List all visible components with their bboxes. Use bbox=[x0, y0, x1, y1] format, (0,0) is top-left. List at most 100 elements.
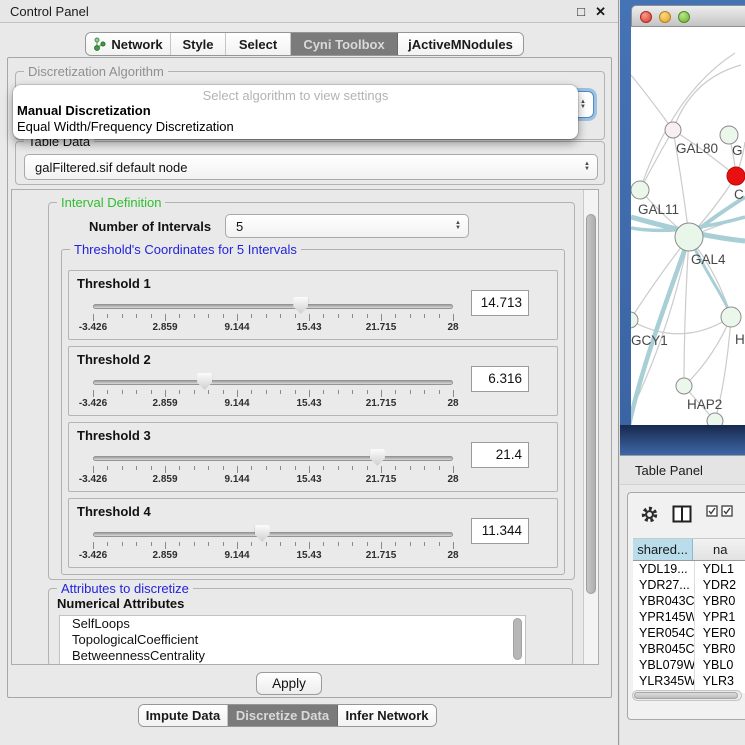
close-traffic-light-icon[interactable] bbox=[640, 11, 652, 23]
slider-tick bbox=[439, 390, 440, 394]
network-edge bbox=[640, 53, 735, 190]
slider-tick bbox=[352, 542, 353, 546]
vertical-scrollbar-thumb[interactable] bbox=[586, 214, 596, 594]
threshold-value-field[interactable]: 21.4 bbox=[471, 442, 529, 468]
network-node-gal4[interactable] bbox=[675, 223, 703, 251]
node-attribute-table[interactable]: shared...naYDL19...YDL1YDR27...YDR2YBR04… bbox=[633, 538, 745, 693]
table-cell: YER0 bbox=[695, 625, 745, 641]
tab-impute-data[interactable]: Impute Data bbox=[139, 705, 228, 726]
slider-tick-label: 15.43 bbox=[296, 322, 321, 333]
close-window-icon[interactable]: ✕ bbox=[595, 2, 606, 21]
table-row[interactable]: YDL19...YDL1 bbox=[633, 561, 745, 577]
tab-cyni-toolbox[interactable]: Cyni Toolbox bbox=[291, 33, 398, 55]
threshold-value-field[interactable]: 14.713 bbox=[471, 290, 529, 316]
network-node-label: GAL4 bbox=[691, 252, 726, 267]
network-node-h[interactable] bbox=[721, 307, 741, 327]
table-row[interactable]: YBL079WYBL0 bbox=[633, 657, 745, 673]
table-row[interactable]: YPR145WYPR1 bbox=[633, 609, 745, 625]
table-header-row: shared...na bbox=[633, 539, 745, 561]
table-data-combobox[interactable]: galFiltered.sif default node ▲▼ bbox=[24, 154, 598, 180]
slider-tick bbox=[352, 466, 353, 470]
settings-icon[interactable] bbox=[640, 505, 659, 527]
slider-tick bbox=[453, 466, 454, 473]
algorithm-option[interactable]: Equal Width/Frequency Discretization bbox=[13, 119, 578, 135]
tab-label: Select bbox=[239, 37, 277, 52]
slider-tick bbox=[251, 542, 252, 546]
apply-button[interactable]: Apply bbox=[256, 672, 322, 695]
checkbox-checked-icon[interactable] bbox=[706, 505, 718, 520]
network-node-gcy1[interactable] bbox=[631, 312, 638, 328]
column-header[interactable]: na bbox=[693, 539, 745, 560]
network-node-gal11[interactable] bbox=[631, 181, 649, 199]
list-scrollbar[interactable] bbox=[513, 618, 523, 663]
network-canvas[interactable]: GAL80GCGAL11GAL4GCY1HHAP2 bbox=[631, 27, 745, 425]
control-panel-tabbar: NetworkStyle Select Cyni ToolboxjActiveMNo… bbox=[85, 32, 524, 56]
slider-tick-label: 15.43 bbox=[296, 550, 321, 561]
threshold-slider-thumb[interactable] bbox=[197, 373, 212, 390]
zoom-traffic-light-icon[interactable] bbox=[678, 11, 690, 23]
slider-tick bbox=[122, 390, 123, 394]
vertical-scrollbar[interactable] bbox=[583, 190, 598, 664]
slider-tick bbox=[194, 314, 195, 318]
slider-tick bbox=[251, 314, 252, 318]
thresholds-group: Threshold's Coordinates for 5 Intervals … bbox=[61, 249, 565, 575]
slider-tick-label: 9.144 bbox=[224, 322, 249, 333]
horizontal-scrollbar[interactable] bbox=[632, 690, 742, 701]
algorithm-option[interactable]: Manual Discretization bbox=[13, 103, 578, 119]
attribute-list-item[interactable]: SelfLoops bbox=[60, 616, 525, 632]
checkbox-checked-icon[interactable] bbox=[721, 505, 733, 517]
split-view-icon[interactable] bbox=[672, 505, 692, 523]
tab-infer-network[interactable]: Infer Network bbox=[338, 705, 436, 726]
network-node[interactable] bbox=[707, 413, 723, 425]
network-node-hap2[interactable] bbox=[676, 378, 692, 394]
threshold-value-field[interactable]: 6.316 bbox=[471, 366, 529, 392]
table-cell: YDR2 bbox=[695, 577, 745, 593]
slider-tick bbox=[424, 314, 425, 318]
network-node-label: HAP2 bbox=[687, 397, 722, 412]
threshold-slider-thumb[interactable] bbox=[293, 297, 308, 314]
table-row[interactable]: YER054CYER0 bbox=[633, 625, 745, 641]
slider-tick bbox=[410, 390, 411, 394]
table-row[interactable]: YLR345WYLR3 bbox=[633, 673, 745, 689]
slider-tick-label: 21.715 bbox=[366, 322, 397, 333]
checkbox-checked-icon[interactable] bbox=[721, 505, 733, 520]
table-row[interactable]: YDR27...YDR2 bbox=[633, 577, 745, 593]
tab-discretize-data[interactable]: Discretize Data bbox=[228, 705, 338, 726]
slider-tick-label: 9.144 bbox=[224, 550, 249, 561]
threshold-slider-thumb[interactable] bbox=[255, 525, 270, 542]
slider-tick bbox=[367, 542, 368, 546]
attribute-list-item[interactable]: TopologicalCoefficient bbox=[60, 632, 525, 648]
slider-tick-label: -3.426 bbox=[79, 474, 107, 485]
tab-select[interactable]: Select bbox=[226, 33, 291, 55]
column-header[interactable]: shared... bbox=[633, 539, 693, 560]
threshold-slider-thumb[interactable] bbox=[370, 449, 385, 466]
threshold-slider-track[interactable] bbox=[93, 532, 453, 537]
tab-jactivemnodules[interactable]: jActiveMNodules bbox=[398, 33, 523, 55]
threshold-value-field[interactable]: 11.344 bbox=[471, 518, 529, 544]
threshold-slider-track[interactable] bbox=[93, 380, 453, 385]
threshold-slider-track[interactable] bbox=[93, 456, 453, 461]
split-view-icon[interactable] bbox=[672, 505, 692, 526]
slider-tick bbox=[309, 542, 310, 549]
number-of-intervals-combobox[interactable]: 5 ▲▼ bbox=[225, 214, 469, 238]
tab-network[interactable]: Network bbox=[86, 33, 171, 55]
checkbox-checked-icon[interactable] bbox=[706, 505, 718, 517]
slider-tick-label: 15.43 bbox=[296, 474, 321, 485]
network-node-g[interactable] bbox=[720, 126, 738, 144]
slider-tick bbox=[165, 314, 166, 321]
network-node-c[interactable] bbox=[727, 167, 745, 185]
horizontal-scrollbar-thumb[interactable] bbox=[634, 692, 738, 699]
threshold-slider-track[interactable] bbox=[93, 304, 453, 309]
slider-tick bbox=[179, 314, 180, 318]
table-row[interactable]: YBR045CYBR0 bbox=[633, 641, 745, 657]
minimize-traffic-light-icon[interactable] bbox=[659, 11, 671, 23]
table-cell: YDR27... bbox=[633, 577, 695, 593]
tab-style[interactable]: Style bbox=[171, 33, 226, 55]
list-scrollbar-thumb[interactable] bbox=[513, 618, 522, 660]
float-window-icon[interactable]: □ bbox=[577, 2, 585, 21]
attribute-list-item[interactable]: BetweennessCentrality bbox=[60, 648, 525, 664]
table-row[interactable]: YBR043CYBR0 bbox=[633, 593, 745, 609]
network-node-gal80[interactable] bbox=[665, 122, 681, 138]
numerical-attributes-list[interactable]: SelfLoopsTopologicalCoefficientBetweenne… bbox=[59, 615, 526, 665]
settings-icon[interactable] bbox=[640, 505, 659, 524]
